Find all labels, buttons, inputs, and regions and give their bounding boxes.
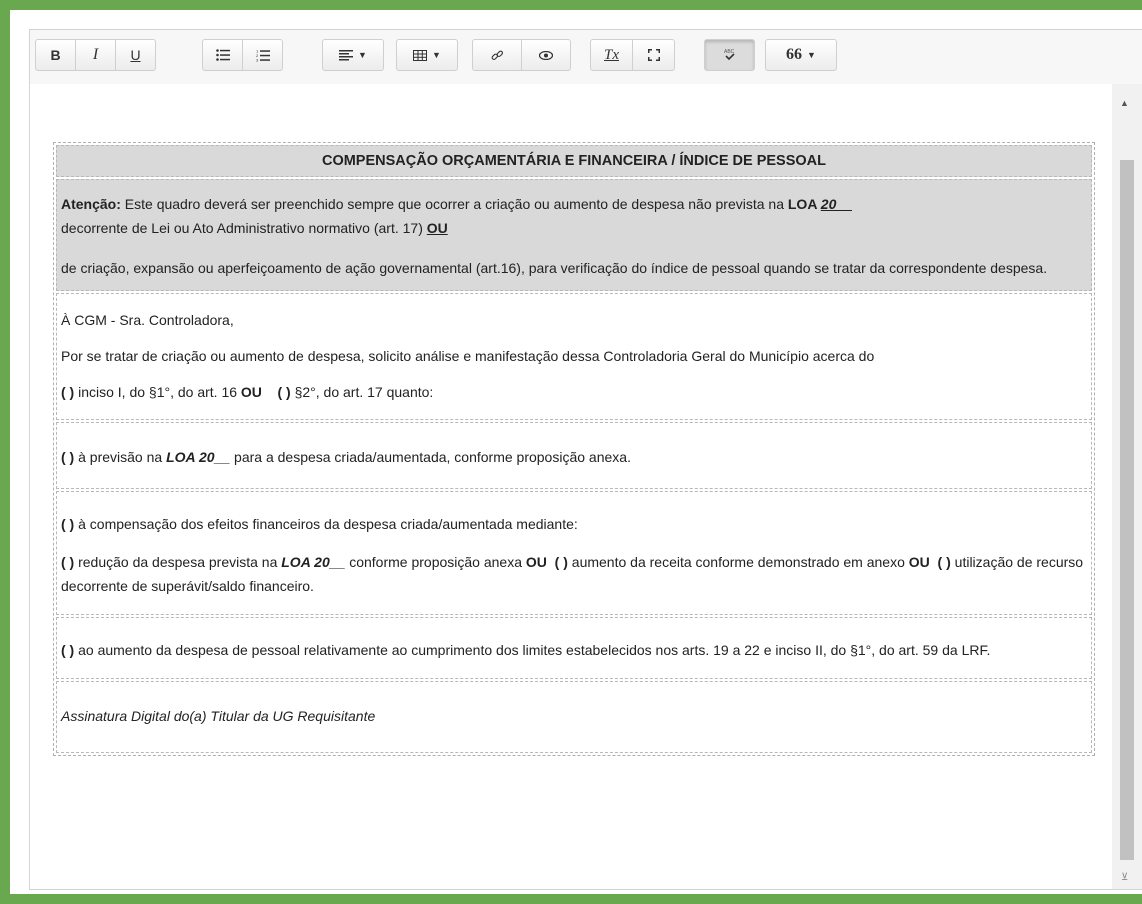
bold-button[interactable]: B — [35, 39, 76, 71]
request-options: ( ) inciso I, do §1°, do art. 16 OU ( ) … — [61, 384, 434, 400]
list-group: 123 — [202, 39, 283, 71]
eye-icon[interactable] — [521, 39, 571, 71]
quote-group: 66 ▼ — [765, 39, 837, 71]
rich-text-editor: B I U 123 ▼ ▼ Tx ABC 66 ▼ COMPENSAÇÃO OR… — [29, 29, 1142, 890]
scroll-up-icon[interactable]: ▲ — [1120, 98, 1129, 108]
or-label: OU — [426, 220, 448, 236]
attention-block: Atenção: Este quadro deverá ser preenchi… — [56, 179, 1092, 291]
format-group: Tx — [590, 39, 675, 71]
chevron-down-icon: ▼ — [432, 50, 441, 60]
quote-icon: 66 — [786, 46, 803, 63]
personnel-block: ( ) ao aumento da despesa de pessoal rel… — [56, 617, 1092, 679]
request-intro: Por se tratar de criação ou aumento de d… — [61, 348, 875, 364]
list-ol-icon[interactable]: 123 — [242, 39, 283, 71]
scroll-down-icon[interactable]: ⊻ — [1121, 872, 1128, 883]
text-style-group: B I U — [35, 39, 156, 71]
scrollbar-thumb[interactable] — [1120, 160, 1134, 860]
chevron-down-icon: ▼ — [358, 50, 367, 60]
attention-label: Atenção: — [61, 196, 121, 212]
clear-format-button[interactable]: Tx — [590, 39, 633, 71]
checkbox-revenue[interactable]: ( ) — [555, 554, 568, 570]
checkbox-personnel[interactable]: ( ) — [61, 642, 74, 658]
signature-block: Assinatura Digital do(a) Titular da UG R… — [56, 681, 1092, 753]
request-block: À CGM - Sra. Controladora, Por se tratar… — [56, 293, 1092, 420]
table-group: ▼ — [396, 39, 458, 71]
table-icon — [413, 49, 428, 61]
svg-text:3: 3 — [256, 57, 259, 62]
checkbox-paragraph[interactable]: ( ) — [277, 384, 290, 400]
document-title: COMPENSAÇÃO ORÇAMENTÁRIA E FINANCEIRA / … — [56, 145, 1092, 177]
editor-content[interactable]: COMPENSAÇÃO ORÇAMENTÁRIA E FINANCEIRA / … — [30, 84, 1112, 889]
link-icon[interactable] — [472, 39, 522, 71]
spellcheck-group: ABC — [704, 39, 755, 71]
list-ul-icon[interactable] — [202, 39, 243, 71]
chevron-down-icon: ▼ — [807, 50, 816, 60]
link-group — [472, 39, 571, 71]
vertical-scrollbar[interactable]: ▲ ⊻ — [1112, 84, 1142, 889]
document-table: COMPENSAÇÃO ORÇAMENTÁRIA E FINANCEIRA / … — [53, 142, 1095, 756]
compensation-block: ( ) à compensação dos efeitos financeiro… — [56, 491, 1092, 615]
table-dropdown[interactable]: ▼ — [396, 39, 458, 71]
align-group: ▼ — [322, 39, 384, 71]
attention-paragraph: Atenção: Este quadro deverá ser preenchi… — [61, 196, 852, 236]
signature-line: Assinatura Digital do(a) Titular da UG R… — [61, 708, 376, 724]
forecast-block: ( ) à previsão na LOA 20__ para a despes… — [56, 422, 1092, 489]
underline-button[interactable]: U — [115, 39, 156, 71]
checkbox-forecast[interactable]: ( ) — [61, 449, 74, 465]
salutation: À CGM - Sra. Controladora, — [61, 312, 234, 328]
editor-toolbar: B I U 123 ▼ ▼ Tx ABC 66 ▼ — [30, 30, 1142, 84]
italic-button[interactable]: I — [75, 39, 116, 71]
spellcheck-icon[interactable]: ABC — [704, 39, 755, 71]
blockquote-dropdown[interactable]: 66 ▼ — [765, 39, 837, 71]
checkbox-inciso[interactable]: ( ) — [61, 384, 74, 400]
align-dropdown[interactable]: ▼ — [322, 39, 384, 71]
align-left-icon — [339, 49, 354, 60]
attention-paragraph-2: de criação, expansão ou aperfeiçoamento … — [61, 260, 1048, 276]
checkbox-reduction[interactable]: ( ) — [61, 554, 74, 570]
expand-icon[interactable] — [632, 39, 675, 71]
checkbox-surplus[interactable]: ( ) — [938, 554, 951, 570]
checkbox-compensation[interactable]: ( ) — [61, 516, 74, 532]
